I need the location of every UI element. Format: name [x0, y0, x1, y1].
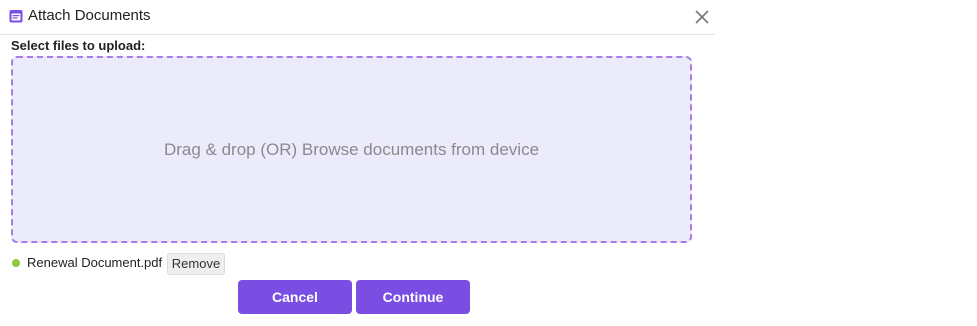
dialog-header: Attach Documents — [0, 0, 715, 35]
dialog-title: Attach Documents — [28, 7, 151, 24]
file-name: Renewal Document.pdf — [27, 255, 163, 270]
remove-file-button[interactable]: Remove — [167, 253, 225, 275]
close-icon[interactable] — [693, 8, 711, 26]
cancel-button[interactable]: Cancel — [238, 280, 352, 314]
calendar-doc-icon — [9, 10, 23, 23]
continue-button[interactable]: Continue — [356, 280, 470, 314]
file-status-dot — [12, 259, 20, 267]
attach-documents-dialog: Attach Documents Select files to upload:… — [0, 0, 715, 326]
dropzone-text: Drag & drop (OR) Browse documents from d… — [163, 140, 540, 159]
select-files-label: Select files to upload: — [11, 38, 146, 53]
file-dropzone[interactable]: Drag & drop (OR) Browse documents from d… — [11, 56, 692, 243]
